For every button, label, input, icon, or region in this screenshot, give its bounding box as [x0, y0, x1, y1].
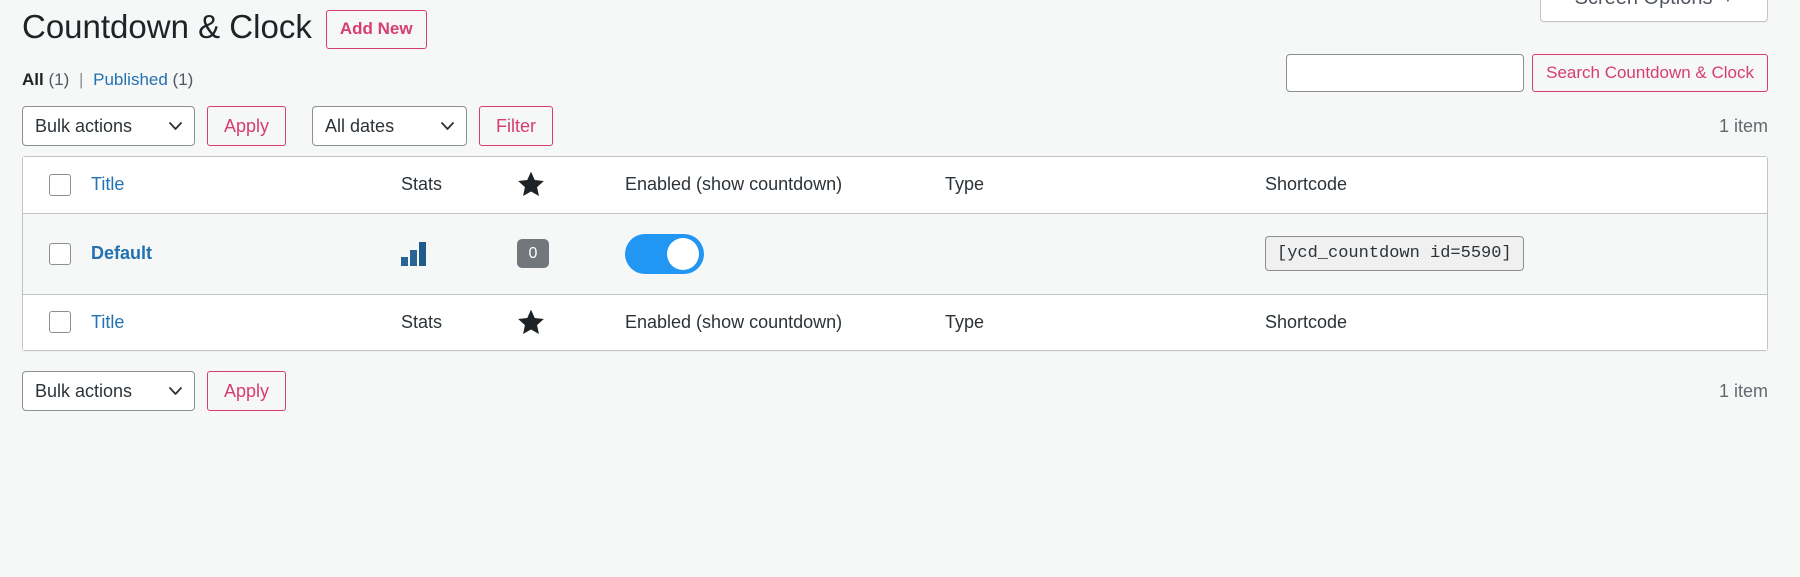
bulk-actions-bottom: Bulk actions Apply: [22, 371, 287, 411]
view-published-label[interactable]: Published: [93, 70, 168, 89]
column-header-title: Title: [91, 157, 401, 214]
column-header-shortcode: Shortcode: [1265, 157, 1767, 214]
column-footer-title-link[interactable]: Title: [91, 312, 124, 332]
add-new-button[interactable]: Add New: [325, 10, 427, 49]
countdown-list-table: Title Stats Enabled (show countdown) Typ…: [22, 156, 1768, 351]
column-footer-shortcode: Shortcode: [1265, 293, 1767, 350]
displaying-num-top: 1 item: [1718, 116, 1768, 136]
apply-button-top[interactable]: Apply: [207, 106, 287, 146]
row-select-cell: [23, 213, 91, 294]
page-title: Countdown & Clock: [22, 8, 312, 45]
column-footer-star: [517, 293, 625, 350]
apply-button-bottom[interactable]: Apply: [207, 371, 287, 411]
tablenav-top: Bulk actions Apply All dates Filter 1 it…: [22, 106, 1768, 146]
column-header-enabled: Enabled (show countdown): [625, 157, 945, 214]
column-header-stats: Stats: [401, 157, 517, 214]
column-header-title-link[interactable]: Title: [91, 174, 124, 194]
chevron-down-icon: [441, 122, 454, 130]
chevron-down-icon: [169, 122, 182, 130]
row-type-cell: [945, 213, 1265, 294]
filter-button[interactable]: Filter: [479, 106, 554, 146]
row-shortcode-cell: [ycd_countdown id=5590]: [1265, 213, 1767, 294]
column-header-type: Type: [945, 157, 1265, 214]
toggle-knob: [667, 237, 699, 270]
chevron-down-icon: ▼: [1722, 0, 1733, 5]
view-all-label[interactable]: All: [22, 70, 44, 89]
table-body: Default 0 [ycd_countdown id=5590]: [23, 213, 1767, 294]
column-footer-title: Title: [91, 293, 401, 350]
row-checkbox[interactable]: [49, 242, 71, 265]
bulk-actions-top: Bulk actions Apply All dates Filter: [22, 106, 554, 146]
bulk-actions-select-bottom[interactable]: Bulk actions: [22, 371, 195, 411]
date-filter-value: All dates: [325, 115, 395, 136]
displaying-num-bottom: 1 item: [1718, 381, 1768, 401]
bulk-actions-value-top: Bulk actions: [35, 115, 133, 136]
select-all-checkbox-top[interactable]: [49, 173, 71, 196]
column-footer-enabled: Enabled (show countdown): [625, 293, 945, 350]
star-count-badge[interactable]: 0: [517, 239, 549, 268]
screen-options-label: Screen Options: [1575, 0, 1713, 8]
search-input[interactable]: [1286, 54, 1525, 92]
table-header-row: Title Stats Enabled (show countdown) Typ…: [23, 157, 1767, 214]
chevron-down-icon: [169, 387, 182, 395]
row-star-cell: 0: [517, 213, 625, 294]
select-all-header: [23, 157, 91, 214]
column-footer-stats: Stats: [401, 293, 517, 350]
star-icon: [518, 171, 544, 197]
star-icon: [518, 309, 544, 334]
tablenav-bottom: Bulk actions Apply 1 item: [22, 371, 1768, 411]
row-title-link[interactable]: Default: [91, 243, 152, 263]
column-header-star: [517, 157, 625, 214]
date-filter-select[interactable]: All dates: [312, 106, 468, 146]
screen-options-button[interactable]: Screen Options ▼: [1540, 0, 1768, 22]
select-all-footer: [23, 293, 91, 350]
shortcode-value[interactable]: [ycd_countdown id=5590]: [1265, 236, 1524, 271]
row-title-cell: Default: [91, 213, 401, 294]
view-published-count: (1): [172, 70, 194, 89]
views-separator: |: [78, 70, 84, 89]
table-foot: Title Stats Enabled (show countdown) Typ…: [23, 293, 1767, 350]
view-all-count: (1): [48, 70, 70, 89]
table-row: Default 0 [ycd_countdown id=5590]: [23, 213, 1767, 294]
bar-chart-icon[interactable]: [401, 241, 428, 266]
views-filter-list: All (1) | Published (1): [22, 70, 193, 90]
row-enabled-cell: [625, 213, 945, 294]
select-all-checkbox-bottom[interactable]: [49, 311, 71, 334]
search-submit-button[interactable]: Search Countdown & Clock: [1532, 54, 1768, 92]
bulk-actions-select-top[interactable]: Bulk actions: [22, 106, 195, 146]
bulk-actions-value-bottom: Bulk actions: [35, 380, 133, 401]
enabled-toggle[interactable]: [625, 233, 704, 274]
page-title-row: Countdown & Clock Add New: [22, 6, 427, 49]
table-footer-row: Title Stats Enabled (show countdown) Typ…: [23, 293, 1767, 350]
table-head: Title Stats Enabled (show countdown) Typ…: [23, 157, 1767, 214]
search-box: Search Countdown & Clock: [1286, 54, 1768, 92]
row-stats-cell: [401, 213, 517, 294]
column-footer-type: Type: [945, 293, 1265, 350]
